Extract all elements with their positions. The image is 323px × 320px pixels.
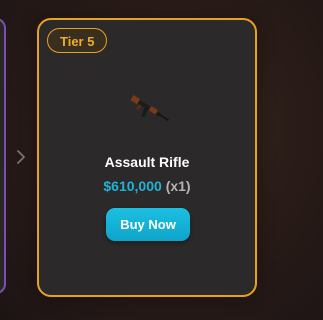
tier-badge: Tier 5 — [47, 28, 108, 53]
previous-item-card[interactable] — [0, 18, 6, 294]
assault-rifle-icon — [127, 90, 173, 130]
item-price: $610,000 — [103, 178, 162, 194]
shop-item-card: Tier 5 Assault Rifle $610,000 (x1) Buy N… — [37, 18, 257, 297]
chevron-right-icon[interactable] — [14, 148, 28, 166]
buy-now-button[interactable]: Buy Now — [106, 208, 190, 241]
item-name: Assault Rifle — [104, 154, 190, 170]
item-quantity: (x1) — [165, 178, 191, 194]
price-row: $610,000 (x1) — [39, 178, 255, 194]
